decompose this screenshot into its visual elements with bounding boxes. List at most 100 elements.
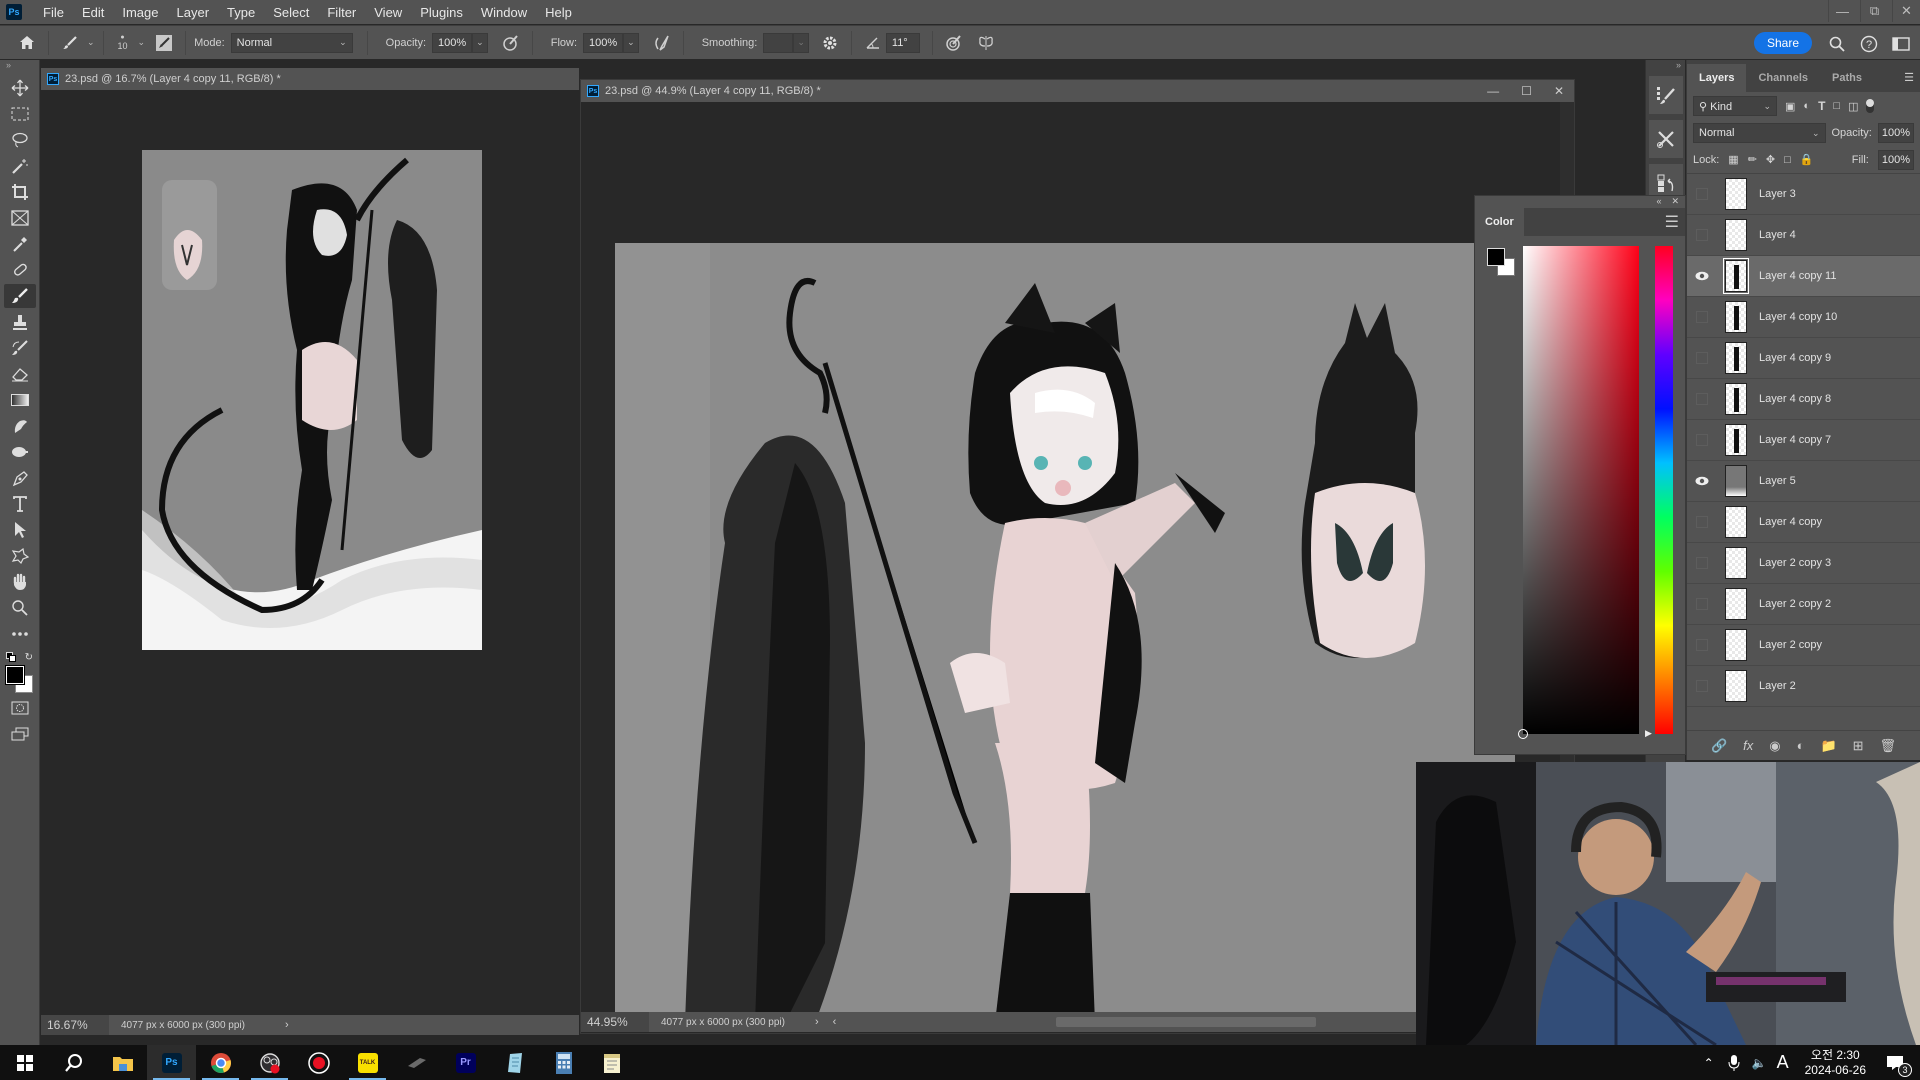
visibility-toggle[interactable]	[1687, 639, 1717, 651]
artwork-canvas-2[interactable]	[615, 243, 1515, 1014]
swap-colors-icon[interactable]: ↻	[25, 652, 33, 663]
help-icon[interactable]: ?	[1856, 31, 1882, 57]
adjustment-layer-icon[interactable]: ◐	[1797, 738, 1805, 753]
fill-input[interactable]: 100%	[1877, 149, 1914, 170]
layer-row[interactable]: Layer 2 copy 2	[1687, 584, 1920, 625]
color-picker-handle[interactable]	[1518, 729, 1528, 739]
restore-button[interactable]: ⧉	[1860, 0, 1888, 22]
layer-row[interactable]: Layer 5	[1687, 461, 1920, 502]
panel-menu-icon[interactable]: ☰	[1898, 71, 1920, 92]
delete-layer-trash-icon[interactable]: 🗑	[1880, 738, 1897, 754]
visibility-toggle[interactable]	[1687, 598, 1717, 610]
visibility-toggle[interactable]	[1687, 188, 1717, 200]
magic-wand-tool-icon[interactable]	[4, 154, 36, 178]
visibility-toggle[interactable]	[1687, 393, 1717, 405]
notification-center-icon[interactable]: 3	[1886, 1055, 1912, 1077]
pressure-size-icon[interactable]	[941, 30, 967, 56]
saturation-brightness-field[interactable]	[1518, 246, 1639, 739]
flow-input[interactable]: 100%	[583, 32, 624, 53]
menu-edit[interactable]: Edit	[73, 5, 113, 20]
layer-row[interactable]: Layer 4 copy	[1687, 502, 1920, 543]
artwork-canvas-1[interactable]	[142, 150, 482, 650]
brush-preset-icon[interactable]	[57, 30, 83, 56]
pressure-opacity-icon[interactable]	[498, 30, 524, 56]
zoom-level-1[interactable]: 16.67%	[41, 1015, 109, 1035]
smoothing-dropdown[interactable]: ⌄	[793, 32, 809, 53]
type-tool-icon[interactable]	[4, 492, 36, 516]
blend-mode-select[interactable]: Normal ⌄	[1693, 123, 1826, 143]
layer-row[interactable]: Layer 2 copy 3	[1687, 543, 1920, 584]
new-layer-icon[interactable]: ⊞	[1853, 738, 1864, 754]
chevron-down-icon[interactable]: ⌄	[87, 37, 95, 48]
chevron-down-icon[interactable]: ⌄	[138, 37, 146, 48]
filter-smart-object-icon[interactable]: ◫	[1848, 100, 1858, 113]
marquee-tool-icon[interactable]	[4, 102, 36, 126]
filter-adjustment-icon[interactable]: ◐	[1803, 100, 1810, 112]
brush-settings-dock-icon[interactable]	[1649, 76, 1683, 114]
menu-select[interactable]: Select	[264, 5, 318, 20]
doc-close-button[interactable]: ✕	[1554, 84, 1564, 98]
scroll-left-icon[interactable]: ‹	[833, 1016, 837, 1028]
hue-slider-handle[interactable]: ▶	[1645, 728, 1652, 739]
lock-artboard-icon[interactable]: □	[1784, 154, 1791, 166]
menu-file[interactable]: File	[34, 5, 73, 20]
color-panel-foreground-swatch[interactable]	[1487, 248, 1505, 266]
notes-icon[interactable]	[588, 1045, 637, 1080]
lock-position-icon[interactable]: ✥	[1766, 153, 1775, 166]
layer-opacity-input[interactable]: 100%	[1877, 123, 1914, 143]
close-button[interactable]: ✕	[1892, 0, 1920, 22]
obs-icon[interactable]	[245, 1045, 294, 1080]
kakaotalk-icon[interactable]: TALK	[343, 1045, 392, 1080]
expand-panels-icon[interactable]: »	[1646, 60, 1685, 70]
visibility-toggle[interactable]	[1687, 557, 1717, 569]
eraser-tool-icon[interactable]	[4, 362, 36, 386]
tab-channels[interactable]: Channels	[1746, 64, 1820, 92]
menu-plugins[interactable]: Plugins	[411, 5, 472, 20]
layer-filter-select[interactable]: ⚲ Kind ⌄	[1693, 96, 1777, 116]
symmetry-butterfly-icon[interactable]	[973, 30, 999, 56]
filter-shape-icon[interactable]: □	[1833, 100, 1840, 112]
collapse-panel-icon[interactable]: «	[1656, 196, 1661, 208]
brush-angle-input[interactable]: 11°	[885, 32, 920, 53]
screen-mode-icon[interactable]	[4, 722, 36, 746]
new-group-folder-icon[interactable]: 📁	[1820, 738, 1836, 754]
visibility-toggle[interactable]	[1687, 434, 1717, 446]
zoom-level-2[interactable]: 44.95%	[581, 1012, 649, 1032]
collapse-toolbar-icon[interactable]: »	[0, 60, 39, 74]
history-brush-tool-icon[interactable]	[4, 336, 36, 360]
layer-row[interactable]: Layer 4 copy 10	[1687, 297, 1920, 338]
screen-recorder-icon[interactable]	[294, 1045, 343, 1080]
clone-stamp-tool-icon[interactable]	[4, 310, 36, 334]
premiere-pro-icon[interactable]: Pr	[441, 1045, 490, 1080]
brush-settings-panel-icon[interactable]	[151, 30, 177, 56]
canvas-area-1[interactable]	[41, 90, 579, 1015]
mode-select[interactable]: Normal ⌄	[230, 32, 353, 53]
brush-size-picker[interactable]: ● 10	[112, 34, 134, 51]
clock[interactable]: 오전 2:30 2024-06-26	[1805, 1048, 1866, 1078]
start-button[interactable]	[0, 1045, 49, 1080]
color-panel-menu-icon[interactable]: ☰	[1665, 212, 1685, 232]
crop-tool-icon[interactable]	[4, 180, 36, 204]
lasso-tool-icon[interactable]	[4, 128, 36, 152]
tab-layers[interactable]: Layers	[1687, 64, 1747, 92]
ime-indicator[interactable]: A	[1777, 1052, 1789, 1073]
status-chevron-icon[interactable]: ›	[285, 1019, 289, 1031]
quick-mask-icon[interactable]	[4, 696, 36, 720]
zoom-tool-icon[interactable]	[4, 596, 36, 620]
search-icon[interactable]	[1824, 31, 1850, 57]
hue-slider[interactable]	[1655, 246, 1673, 734]
airbrush-icon[interactable]	[649, 30, 675, 56]
layer-row[interactable]: Layer 3	[1687, 174, 1920, 215]
layer-row[interactable]: Layer 2 copy	[1687, 625, 1920, 666]
status-chevron-icon[interactable]: ›	[815, 1016, 819, 1028]
visibility-toggle[interactable]	[1687, 516, 1717, 528]
visibility-toggle[interactable]	[1687, 229, 1717, 241]
layer-row[interactable]: Layer 4 copy 11	[1687, 256, 1920, 297]
document-tab-2[interactable]: Ps 23.psd @ 44.9% (Layer 4 copy 11, RGB/…	[581, 80, 1574, 102]
notepad-app-icon[interactable]	[490, 1045, 539, 1080]
calculator-icon[interactable]	[539, 1045, 588, 1080]
gradient-tool-icon[interactable]	[4, 388, 36, 412]
menu-help[interactable]: Help	[536, 5, 581, 20]
document-tab-1[interactable]: Ps 23.psd @ 16.7% (Layer 4 copy 11, RGB/…	[41, 68, 579, 90]
tool-presets-dock-icon[interactable]	[1649, 120, 1683, 158]
